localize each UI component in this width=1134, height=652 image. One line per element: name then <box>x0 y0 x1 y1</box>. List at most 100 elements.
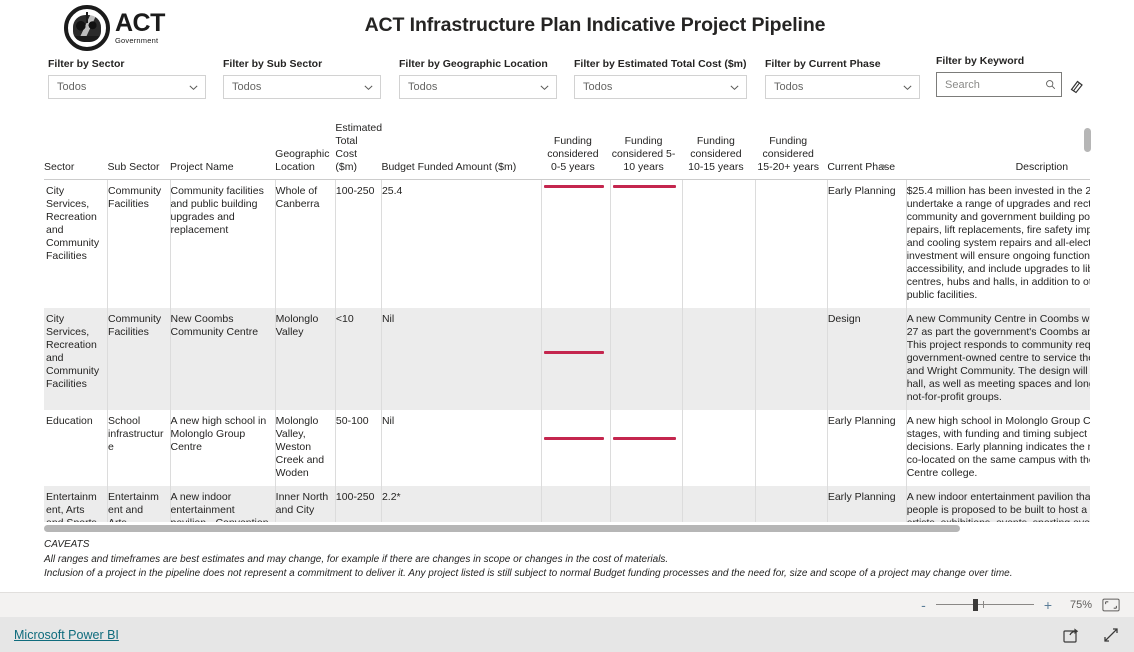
slicer-sector[interactable]: Filter by Sector Todos <box>48 58 206 99</box>
search-input[interactable] <box>945 78 1045 91</box>
funding-bar <box>612 436 677 440</box>
cell-project-name: New Coombs Community Centre <box>170 307 276 410</box>
col-header-funding-10-15[interactable]: Funding considered 10-15 years <box>682 118 756 180</box>
slicer-keyword-label: Filter by Keyword <box>936 55 1025 67</box>
sort-indicator-icon <box>879 164 887 168</box>
slicer-sub-sector[interactable]: Filter by Sub Sector Todos <box>223 58 381 99</box>
slicer-geographic-location-value: Todos <box>408 81 438 93</box>
col-header-geographic-location[interactable]: Geographic Location <box>275 118 336 180</box>
cell-sector: Entertainment, Arts and Sports <box>44 485 109 522</box>
cell-description: A new indoor entertainment pavilion that… <box>906 485 1090 522</box>
chevron-down-icon <box>903 84 912 90</box>
cell-funding-15-20 <box>755 179 828 308</box>
table-row[interactable]: City Services, Recreation and Community … <box>44 179 1090 308</box>
eraser-icon[interactable] <box>1069 78 1085 94</box>
cell-sector: Education <box>44 409 109 486</box>
cell-geographic-location: Molonglo Valley <box>275 307 336 410</box>
cell-description: A new high school in Molonglo Group Cent… <box>906 409 1090 486</box>
slicer-sub-sector-dropdown[interactable]: Todos <box>223 75 381 99</box>
table-scroll-area[interactable]: Sector Sub Sector Project Name Geographi… <box>44 118 1090 522</box>
col-header-funding-15-20[interactable]: Funding considered 15-20+ years <box>755 118 828 180</box>
slicer-sub-sector-label: Filter by Sub Sector <box>223 58 323 70</box>
cell-description: $25.4 million has been invested in the 2… <box>906 179 1090 308</box>
fit-to-page-icon[interactable] <box>1102 598 1120 612</box>
col-header-funding-5-10[interactable]: Funding considered 5-10 years <box>610 118 683 180</box>
cell-geographic-location: Inner North and City <box>275 485 336 522</box>
slicer-current-phase-label: Filter by Current Phase <box>765 58 881 70</box>
page-title: ACT Infrastructure Plan Indicative Proje… <box>364 14 826 36</box>
slider-track <box>935 604 1034 605</box>
cell-funding-0-5 <box>541 179 611 308</box>
caveats-block: CAVEATS All ranges and timeframes are be… <box>44 538 1084 582</box>
chevron-down-icon <box>189 84 198 90</box>
zoom-slider[interactable] <box>935 599 1034 611</box>
col-header-description[interactable]: Description <box>906 118 1090 180</box>
slicer-sector-label: Filter by Sector <box>48 58 125 70</box>
slicer-keyword[interactable]: Filter by Keyword <box>936 55 1062 97</box>
col-header-sector[interactable]: Sector <box>44 118 108 180</box>
table-row[interactable]: City Services, Recreation and Community … <box>44 307 1090 410</box>
slicer-current-phase-dropdown[interactable]: Todos <box>765 75 920 99</box>
cell-budget-funded-amount: Nil <box>381 307 542 410</box>
cell-sub-sector: Entertainment and Arts <box>107 485 171 522</box>
slicer-sector-dropdown[interactable]: Todos <box>48 75 206 99</box>
col-header-funding-0-5[interactable]: Funding considered 0-5 years <box>541 118 611 180</box>
cell-funding-15-20 <box>755 409 828 486</box>
slicer-geographic-location-dropdown[interactable]: Todos <box>399 75 557 99</box>
col-header-project-name[interactable]: Project Name <box>170 118 276 180</box>
slicer-estimated-total-cost[interactable]: Filter by Estimated Total Cost ($m) Todo… <box>574 58 747 99</box>
zoom-level-label: 75% <box>1069 599 1092 611</box>
table-vertical-scrollbar[interactable] <box>1084 128 1091 518</box>
funding-bar <box>543 350 604 354</box>
project-pipeline-table[interactable]: Sector Sub Sector Project Name Geographi… <box>44 118 1091 532</box>
cell-project-name: A new indoor entertainment pavilion - Co… <box>170 485 276 522</box>
col-header-estimated-total-cost[interactable]: Estimated Total Cost ($m) <box>335 118 382 180</box>
cell-funding-10-15 <box>682 409 756 486</box>
cell-funding-15-20 <box>755 485 828 522</box>
scrollbar-thumb[interactable] <box>1084 128 1091 152</box>
table-row[interactable]: Entertainment, Arts and Sports Entertain… <box>44 485 1090 522</box>
logo-wordmark: ACT Government <box>115 11 165 45</box>
scrollbar-thumb[interactable] <box>44 525 960 532</box>
cell-funding-5-10 <box>610 307 684 410</box>
microsoft-power-bi-link[interactable]: Microsoft Power BI <box>14 628 119 642</box>
keyword-search-box[interactable] <box>936 72 1062 97</box>
col-header-budget-funded-amount[interactable]: Budget Funded Amount ($m) <box>381 118 542 180</box>
cell-sector: City Services, Recreation and Community … <box>44 179 109 308</box>
search-icon[interactable] <box>1045 79 1056 90</box>
slicer-geographic-location-label: Filter by Geographic Location <box>399 58 548 70</box>
power-bi-report-viewer: ACT Government ACT Infrastructure Plan I… <box>0 0 1134 652</box>
zoom-in-button[interactable]: + <box>1044 598 1052 612</box>
col-header-current-phase[interactable]: Current Phase <box>827 118 907 180</box>
fullscreen-icon[interactable] <box>1102 626 1120 644</box>
slider-thumb[interactable] <box>973 599 979 611</box>
slicer-sector-value: Todos <box>57 81 87 93</box>
share-icon[interactable] <box>1062 626 1080 644</box>
cell-funding-15-20 <box>755 307 828 410</box>
act-government-logo: ACT Government <box>64 4 172 52</box>
funding-bar <box>612 184 677 188</box>
slicer-estimated-total-cost-label: Filter by Estimated Total Cost ($m) <box>574 58 747 70</box>
slicer-current-phase[interactable]: Filter by Current Phase Todos <box>765 58 920 99</box>
report-canvas: ACT Government ACT Infrastructure Plan I… <box>0 0 1134 592</box>
cell-budget-funded-amount: 25.4 <box>381 179 542 308</box>
cell-current-phase: Early Planning <box>827 179 907 308</box>
col-header-sub-sector[interactable]: Sub Sector <box>107 118 170 180</box>
cell-funding-10-15 <box>682 485 756 522</box>
slicer-estimated-total-cost-dropdown[interactable]: Todos <box>574 75 747 99</box>
footer-actions <box>1062 626 1120 644</box>
cell-funding-0-5 <box>541 307 611 410</box>
logo-brand-text: ACT <box>115 9 165 38</box>
chevron-down-icon <box>364 84 373 90</box>
table-row[interactable]: Education School infrastructure A new hi… <box>44 409 1090 486</box>
cell-project-name: A new high school in Molonglo Group Cent… <box>170 409 276 486</box>
table-horizontal-scrollbar[interactable] <box>44 525 1090 532</box>
slicer-geographic-location[interactable]: Filter by Geographic Location Todos <box>399 58 557 99</box>
cell-funding-10-15 <box>682 307 756 410</box>
funding-bar <box>543 184 604 188</box>
cell-current-phase: Early Planning <box>827 409 907 486</box>
logo-sub-text: Government <box>115 36 159 46</box>
cell-funding-0-5 <box>541 485 611 522</box>
zoom-out-button[interactable]: - <box>921 598 926 612</box>
caveats-line-2: Inclusion of a project in the pipeline d… <box>44 568 1013 579</box>
